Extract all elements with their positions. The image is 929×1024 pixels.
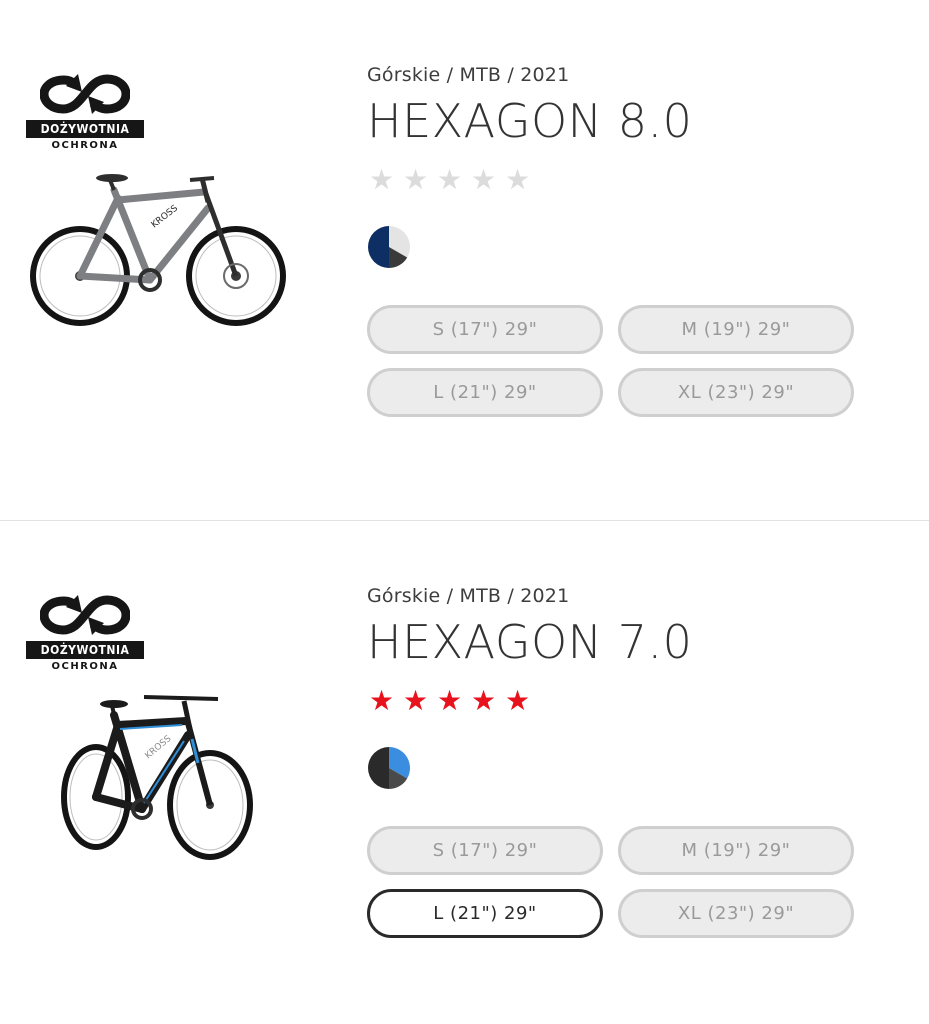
product-card: DOŻYWOTNIA OCHRONA KROSS Górskie / MTB /… bbox=[0, 520, 929, 1023]
product-card: DOŻYWOTNIA OCHRONA KROSS Górskie / MTB /… bbox=[0, 0, 929, 520]
badge-subtitle: OCHRONA bbox=[51, 661, 119, 672]
size-button[interactable]: M (19") 29" bbox=[618, 825, 854, 875]
product-info: Górskie / MTB / 2021 HEXAGON 7.0 ★ ★ ★ ★ ★ S… bbox=[367, 585, 867, 938]
size-button[interactable]: XL (23") 29" bbox=[618, 888, 854, 938]
breadcrumb[interactable]: Górskie / MTB / 2021 bbox=[367, 585, 867, 607]
star-icon[interactable]: ★ bbox=[401, 164, 430, 195]
rating-stars[interactable]: ★ ★ ★ ★ ★ bbox=[367, 164, 867, 195]
star-icon[interactable]: ★ bbox=[367, 164, 396, 195]
color-swatch[interactable] bbox=[367, 746, 411, 790]
size-button[interactable]: L (21") 29" bbox=[367, 888, 603, 938]
swatch-segment bbox=[368, 225, 389, 268]
size-selector: S (17") 29" M (19") 29" L (21") 29" XL (23"… bbox=[367, 825, 867, 938]
star-icon[interactable]: ★ bbox=[367, 685, 396, 716]
svg-text:KROSS: KROSS bbox=[150, 203, 181, 230]
star-icon[interactable]: ★ bbox=[469, 164, 498, 195]
size-selector: S (17") 29" M (19") 29" L (21") 29" XL (23"… bbox=[367, 304, 867, 417]
size-button[interactable]: M (19") 29" bbox=[618, 304, 854, 354]
size-button[interactable]: S (17") 29" bbox=[367, 304, 603, 354]
star-icon[interactable]: ★ bbox=[469, 685, 498, 716]
size-button[interactable]: XL (23") 29" bbox=[618, 367, 854, 417]
badge-title: DOŻYWOTNIA bbox=[26, 120, 144, 138]
size-button[interactable]: S (17") 29" bbox=[367, 825, 603, 875]
star-icon[interactable]: ★ bbox=[503, 685, 532, 716]
product-title[interactable]: HEXAGON 7.0 bbox=[367, 617, 867, 668]
badge-subtitle: OCHRONA bbox=[51, 140, 119, 151]
swatch-segment bbox=[368, 746, 389, 789]
infinity-icon bbox=[40, 74, 130, 114]
product-title[interactable]: HEXAGON 8.0 bbox=[367, 96, 867, 147]
badge-title: DOŻYWOTNIA bbox=[26, 641, 144, 659]
rating-stars[interactable]: ★ ★ ★ ★ ★ bbox=[367, 685, 867, 716]
star-icon[interactable]: ★ bbox=[503, 164, 532, 195]
size-button[interactable]: L (21") 29" bbox=[367, 367, 603, 417]
star-icon[interactable]: ★ bbox=[435, 685, 464, 716]
breadcrumb[interactable]: Górskie / MTB / 2021 bbox=[367, 64, 867, 86]
color-swatch[interactable] bbox=[367, 225, 411, 269]
star-icon[interactable]: ★ bbox=[401, 685, 430, 716]
lifetime-protection-badge: DOŻYWOTNIA OCHRONA bbox=[26, 593, 144, 672]
star-icon[interactable]: ★ bbox=[435, 164, 464, 195]
infinity-icon bbox=[40, 595, 130, 635]
bike-image[interactable]: KROSS bbox=[30, 168, 288, 330]
lifetime-protection-badge: DOŻYWOTNIA OCHRONA bbox=[26, 72, 144, 151]
product-info: Górskie / MTB / 2021 HEXAGON 8.0 ★ ★ ★ ★ ★ S… bbox=[367, 64, 867, 417]
svg-text:KROSS: KROSS bbox=[144, 734, 174, 762]
bike-image[interactable]: KROSS bbox=[58, 689, 258, 861]
